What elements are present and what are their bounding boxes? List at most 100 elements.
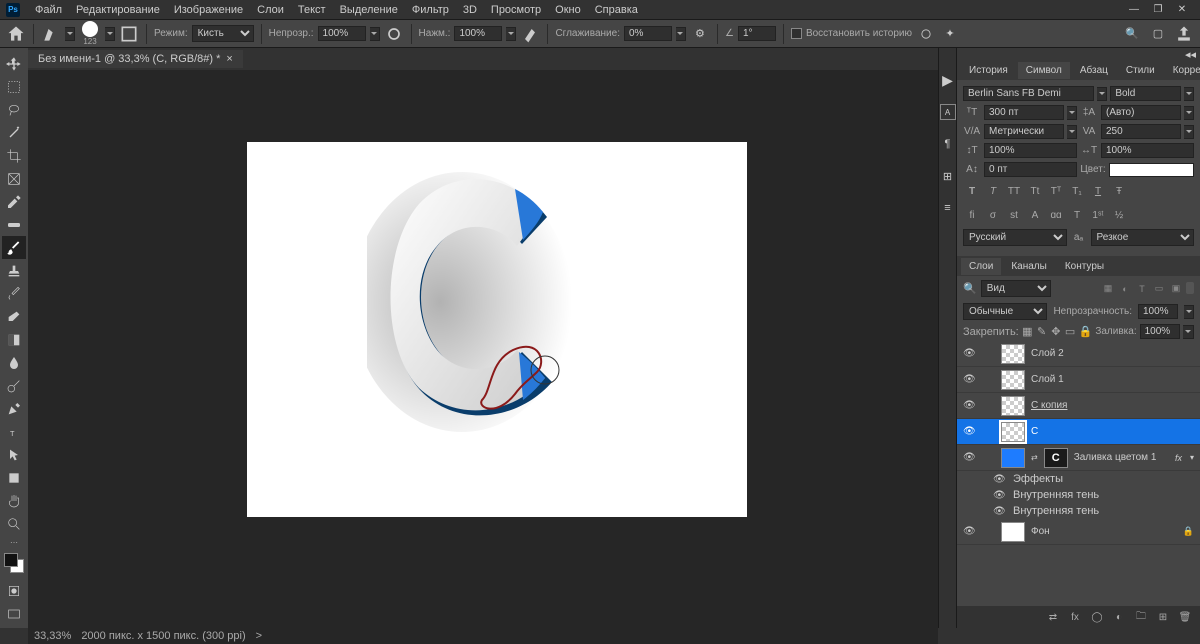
ot-ligatures[interactable]: fi — [963, 207, 981, 223]
underline-btn[interactable]: T — [1089, 183, 1107, 199]
tab-paths[interactable]: Контуры — [1057, 258, 1112, 275]
font-size-input[interactable] — [989, 107, 1059, 118]
window-maximize[interactable]: ❐ — [1146, 4, 1170, 15]
zoom-level[interactable]: 33,33% — [34, 630, 71, 642]
wand-tool[interactable] — [2, 121, 26, 144]
canvas-area[interactable]: Без имени-1 @ 33,3% (C, RGB/8#) * × — [28, 48, 938, 628]
heal-tool[interactable] — [2, 213, 26, 236]
visibility-icon[interactable]: 👁 — [963, 348, 977, 359]
effect-row[interactable]: 👁 Внутренняя тень — [957, 503, 1200, 519]
menu-3d[interactable]: 3D — [456, 4, 484, 16]
type-tool[interactable]: T — [2, 420, 26, 443]
language-select[interactable]: Русский — [963, 229, 1067, 246]
layer-opacity-dropdown[interactable] — [1184, 305, 1194, 319]
tab-adjustments[interactable]: Коррекция — [1165, 62, 1200, 79]
tracking-input[interactable] — [1106, 126, 1176, 137]
lock-pixels-icon[interactable]: ▦ — [1022, 325, 1033, 339]
screenmode-tool[interactable] — [2, 602, 26, 625]
menu-image[interactable]: Изображение — [167, 4, 250, 16]
tab-character[interactable]: Символ — [1018, 62, 1070, 79]
layer-row[interactable]: 👁 ⇄ C Заливка цветом 1 fx ▾ — [957, 445, 1200, 471]
pressure-size-icon[interactable] — [916, 24, 936, 44]
layer-thumb[interactable] — [1001, 396, 1025, 416]
layer-fx-icon[interactable]: fx — [1068, 610, 1082, 624]
layer-thumb[interactable] — [1001, 344, 1025, 364]
crop-tool[interactable] — [2, 144, 26, 167]
layer-row[interactable]: 👁 С копия — [957, 393, 1200, 419]
subscript-btn[interactable]: T₁ — [1068, 183, 1086, 199]
layer-row[interactable]: 👁 Фон 🔒 — [957, 519, 1200, 545]
layer-name[interactable]: Слой 1 — [1031, 374, 1064, 385]
allcaps-btn[interactable]: TT — [1005, 183, 1023, 199]
tab-channels[interactable]: Каналы — [1003, 258, 1055, 275]
blend-mode-select[interactable]: Обычные — [963, 303, 1047, 320]
eraser-tool[interactable] — [2, 305, 26, 328]
filter-adjust-icon[interactable]: ◐ — [1118, 282, 1132, 296]
kerning-dropdown[interactable] — [1067, 125, 1077, 139]
glyphs-panel-icon[interactable]: ⊞ — [940, 168, 956, 184]
visibility-icon[interactable]: 👁 — [963, 426, 977, 437]
ot-stylistic[interactable]: ɑɑ — [1047, 207, 1065, 223]
leading-input[interactable] — [1106, 107, 1176, 118]
tool-preset-icon[interactable] — [41, 24, 61, 44]
strikethrough-btn[interactable]: Ŧ — [1110, 183, 1128, 199]
marquee-tool[interactable] — [2, 75, 26, 98]
angle-input[interactable] — [738, 26, 776, 41]
menu-filter[interactable]: Фильтр — [405, 4, 456, 16]
canvas[interactable] — [247, 142, 747, 517]
text-color-swatch[interactable] — [1109, 163, 1194, 177]
fx-indicator[interactable]: fx — [1175, 453, 1182, 463]
layer-row[interactable]: 👁 Слой 2 — [957, 341, 1200, 367]
flow-dropdown[interactable] — [506, 27, 516, 41]
quickmask-tool[interactable] — [2, 579, 26, 602]
layer-thumb[interactable] — [1001, 422, 1025, 442]
italic-btn[interactable]: T — [984, 183, 1002, 199]
smoothing-settings-icon[interactable]: ⚙ — [690, 24, 710, 44]
panel-collapse-1[interactable]: ◂◂ — [957, 48, 1200, 60]
layer-mask-thumb[interactable]: C — [1044, 448, 1068, 468]
layer-thumb[interactable] — [1001, 370, 1025, 390]
window-close[interactable]: ✕ — [1170, 4, 1194, 15]
frame-tool[interactable] — [2, 167, 26, 190]
bold-btn[interactable]: T — [963, 183, 981, 199]
visibility-icon[interactable]: 👁 — [963, 526, 977, 537]
delete-layer-icon[interactable]: 🗑 — [1178, 610, 1192, 624]
filter-shape-icon[interactable]: ▭ — [1152, 282, 1166, 296]
tool-preset-dropdown[interactable] — [65, 27, 75, 41]
ot-contextual[interactable]: σ — [984, 207, 1002, 223]
font-family-input[interactable] — [968, 88, 1089, 99]
layer-row[interactable]: 👁 Слой 1 — [957, 367, 1200, 393]
visibility-icon[interactable]: 👁 — [963, 452, 977, 463]
antialias-select[interactable]: Резкое — [1091, 229, 1195, 246]
color-swatches[interactable] — [4, 553, 24, 573]
expand-panels-icon[interactable]: ▶ — [940, 72, 956, 88]
menu-help[interactable]: Справка — [588, 4, 645, 16]
zoom-tool[interactable] — [2, 512, 26, 535]
stamp-tool[interactable] — [2, 259, 26, 282]
home-icon[interactable] — [6, 24, 26, 44]
paragraph-panel-icon[interactable]: ¶ — [940, 136, 956, 152]
font-size-dropdown[interactable] — [1067, 106, 1077, 120]
flow-input[interactable] — [454, 26, 502, 41]
ot-discretionary[interactable]: st — [1005, 207, 1023, 223]
filter-toggle[interactable] — [1186, 282, 1194, 294]
airbrush-icon[interactable] — [520, 24, 540, 44]
new-layer-icon[interactable]: ⊞ — [1156, 610, 1170, 624]
ot-titling[interactable]: T — [1068, 207, 1086, 223]
lock-paint-icon[interactable]: ✎ — [1036, 325, 1047, 339]
baseline-input[interactable] — [989, 164, 1072, 175]
mode-select[interactable]: Кисть — [192, 25, 254, 42]
menu-view[interactable]: Просмотр — [484, 4, 548, 16]
layer-mask-icon[interactable]: ◯ — [1090, 610, 1104, 624]
lock-position-icon[interactable]: ✥ — [1050, 325, 1061, 339]
hscale-input[interactable] — [1106, 145, 1189, 156]
shape-tool[interactable] — [2, 466, 26, 489]
filter-type-icon[interactable]: T — [1135, 282, 1149, 296]
lasso-tool[interactable] — [2, 98, 26, 121]
brush-dropdown[interactable] — [105, 27, 115, 41]
font-family-dropdown[interactable] — [1097, 87, 1107, 101]
effect-row[interactable]: 👁 Внутренняя тень — [957, 487, 1200, 503]
brush-tool[interactable] — [2, 236, 26, 259]
brush-preview[interactable]: 123 — [79, 21, 101, 46]
menu-file[interactable]: Файл — [28, 4, 69, 16]
